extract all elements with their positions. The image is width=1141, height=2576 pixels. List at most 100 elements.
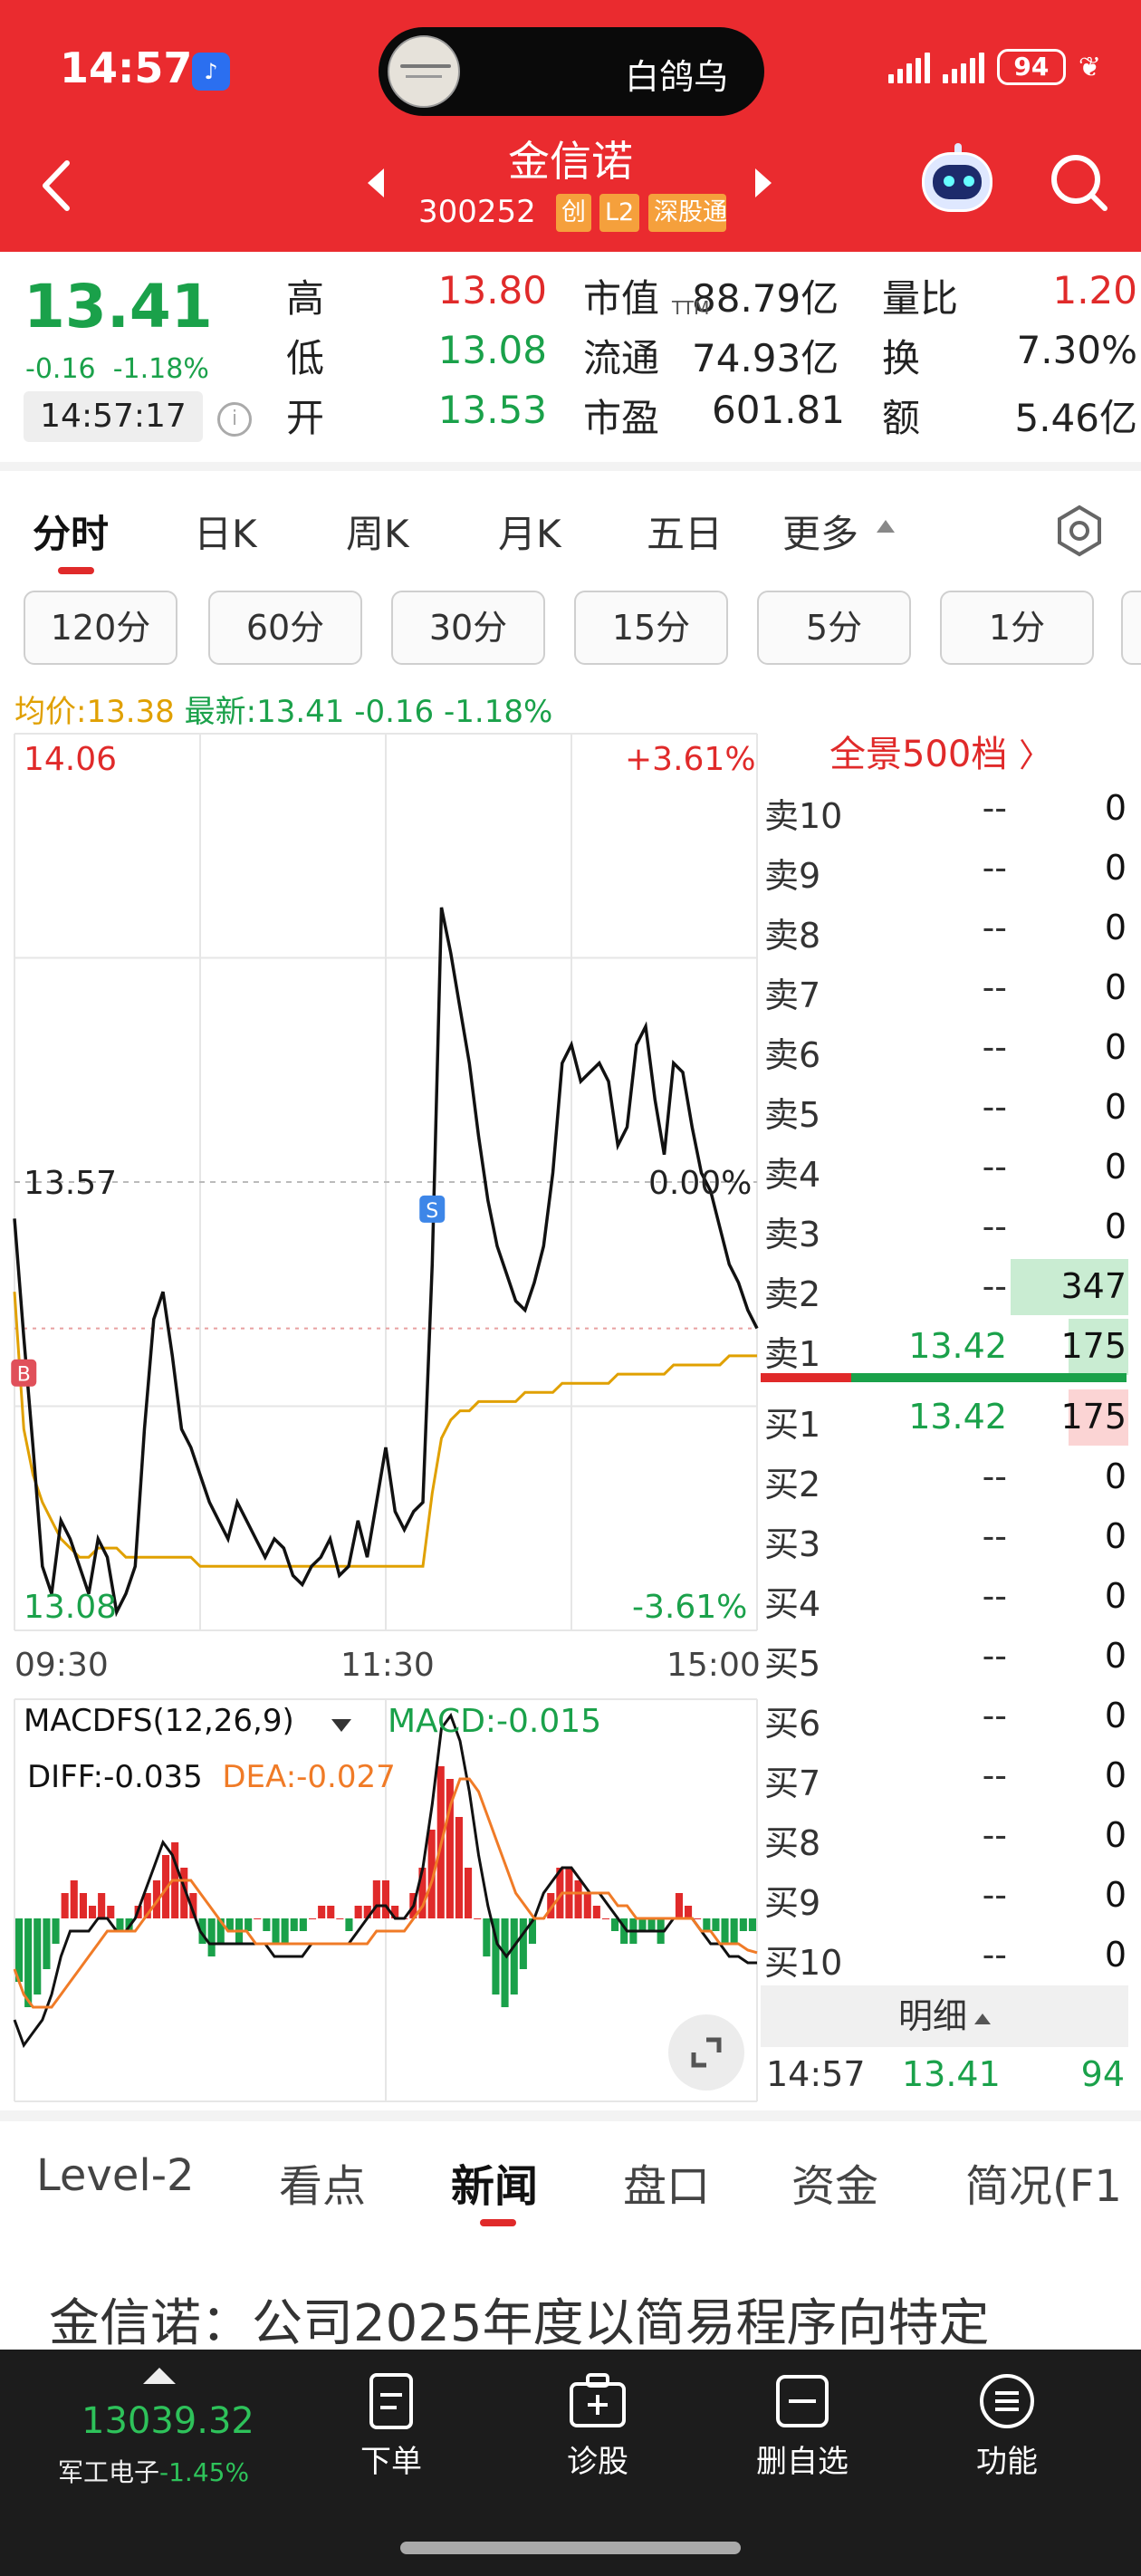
interval-5m[interactable]: 5分 [757,591,911,665]
interval-15m[interactable]: 15分 [574,591,728,665]
intraday-chart[interactable]: BS [0,716,761,2110]
buy-level-row: 买5 -- 0 [761,1627,1128,1687]
detail-toggle[interactable]: 明细 [761,1985,1128,2047]
tab-news[interactable]: 新闻 [451,2150,538,2214]
tab-monthly-k[interactable]: 月K [498,504,561,559]
prev-stock-icon[interactable] [368,168,384,197]
level-label: 买7 [764,1764,821,1803]
macd-bar [730,1918,738,1944]
macd-bar [583,1893,591,1918]
level-label: 卖6 [764,1035,821,1075]
x-tick-midday: 11:30 [340,1647,435,1684]
diagnose-button[interactable]: 诊股 [525,2369,670,2487]
sell-level-row: 卖8 -- 0 [761,899,1128,958]
trade-markers: BS [11,1195,446,1387]
chevron-right-icon: 〉 [1019,737,1052,774]
fullscreen-icon[interactable] [668,2014,744,2091]
level-price: -- [982,967,1007,1007]
info-icon[interactable]: i [217,402,252,437]
level-volume: 0 [1104,1815,1127,1855]
macd-bar [309,1918,317,1919]
macd-indicator-select[interactable]: MACDFS(12,26,9) [24,1703,294,1739]
level-label: 卖8 [764,916,821,956]
order-book-title[interactable]: 全景500档 〉 [829,725,1051,777]
dynamic-island[interactable]: 白鸽乌 [379,27,764,116]
app-header: 14:57 ♪ 白鸽乌 94 ❦ 金信诺 300252 创 L2 深股通 [0,0,1141,252]
tab-capital[interactable]: 资金 [791,2150,878,2214]
open-value: 13.53 [437,388,547,432]
level-price: -- [982,1027,1007,1067]
tab-profile[interactable]: 简况(F1 [965,2150,1122,2214]
y-axis-top-label: 14.06 [24,741,118,778]
functions-button[interactable]: 功能 [935,2369,1079,2487]
macd-bar [263,1918,271,1931]
search-icon[interactable] [1047,150,1112,216]
expand-up-icon[interactable] [143,2368,176,2384]
level-volume: 0 [1104,788,1127,828]
ob-divider-green [851,1373,1127,1382]
pct-axis-bottom-label: -3.61% [632,1589,748,1626]
robot-assistant-icon[interactable] [916,143,998,219]
level-volume: 0 [1104,1696,1127,1735]
macd-bar [89,1906,97,1918]
macd-bar [327,1906,335,1918]
macd-bar [675,1893,683,1918]
amount-value: 5.46亿 [1014,396,1137,440]
place-order-button[interactable]: 下单 [319,2369,464,2487]
tab-weekly-k[interactable]: 周K [346,504,409,559]
next-stock-icon[interactable] [755,168,772,197]
level-price: -- [982,1755,1007,1795]
level-volume: 0 [1104,1875,1127,1915]
interval-30m[interactable]: 30分 [391,591,545,665]
index-value[interactable]: 13039.32 [82,2400,254,2442]
level-volume: 0 [1104,1087,1127,1127]
buy-level-row: 买6 -- 0 [761,1687,1128,1746]
mktcap-value: 88.79亿 [692,276,839,321]
tab-more[interactable]: 更多 [782,504,858,559]
buy-level-row: 买7 -- 0 [761,1746,1128,1806]
quote-time: 14:57:17 [24,391,203,442]
tab-daily-k[interactable]: 日K [194,504,257,559]
level-label: 买9 [764,1883,821,1923]
tab-five-day[interactable]: 五日 [647,504,723,559]
tab-intraday[interactable]: 分时 [33,504,109,559]
home-indicator[interactable] [400,2542,741,2554]
macd-bar [739,1918,747,1931]
macd-bar [272,1918,280,1944]
tab-level2[interactable]: Level-2 [36,2150,195,2201]
sell-level-row: 卖10 -- 0 [761,779,1128,839]
sell-level-row: 卖4 -- 0 [761,1138,1128,1197]
high-label: 高 [286,276,325,321]
back-icon[interactable] [34,154,80,217]
interval-60m[interactable]: 60分 [208,591,362,665]
buy-level-row: 买9 -- 0 [761,1866,1128,1926]
level-price: -- [982,1875,1007,1915]
status-time: 14:57 [60,43,193,92]
level-price: -- [982,1456,1007,1496]
medkit-icon [570,2373,626,2427]
level-volume: 175 [1060,1326,1127,1366]
sell-level-row: 卖2 -- 347 [761,1257,1128,1317]
macd-bar [381,1880,389,1918]
macd-bar [43,1918,51,1969]
interval-1m[interactable]: 1分 [940,591,1094,665]
macd-bar [483,1918,491,1956]
leaf-icon: ❦ [1078,51,1101,83]
macd-bar [70,1880,78,1918]
macd-bar [34,1918,42,1994]
level-label: 买6 [764,1704,821,1744]
news-headline[interactable]: 金信诺：公司2025年度以简易程序向特定 [49,2283,990,2356]
turnover-label: 换 [882,336,921,380]
interval-120m[interactable]: 120分 [24,591,177,665]
interval-more-pill[interactable] [1121,591,1141,665]
level-price: -- [982,1636,1007,1676]
level-label: 卖3 [764,1215,821,1254]
level-volume: 0 [1104,1935,1127,1975]
voice-assistant-icon: ♪ [192,53,230,91]
tab-order-panel[interactable]: 盘口 [623,2150,710,2214]
remove-watchlist-button[interactable]: 删自选 [730,2369,875,2487]
tab-highlights[interactable]: 看点 [279,2150,366,2214]
level-price: 13.42 [908,1326,1007,1366]
chevron-down-icon[interactable] [331,1719,351,1732]
settings-hexagon-icon[interactable] [1050,502,1108,560]
